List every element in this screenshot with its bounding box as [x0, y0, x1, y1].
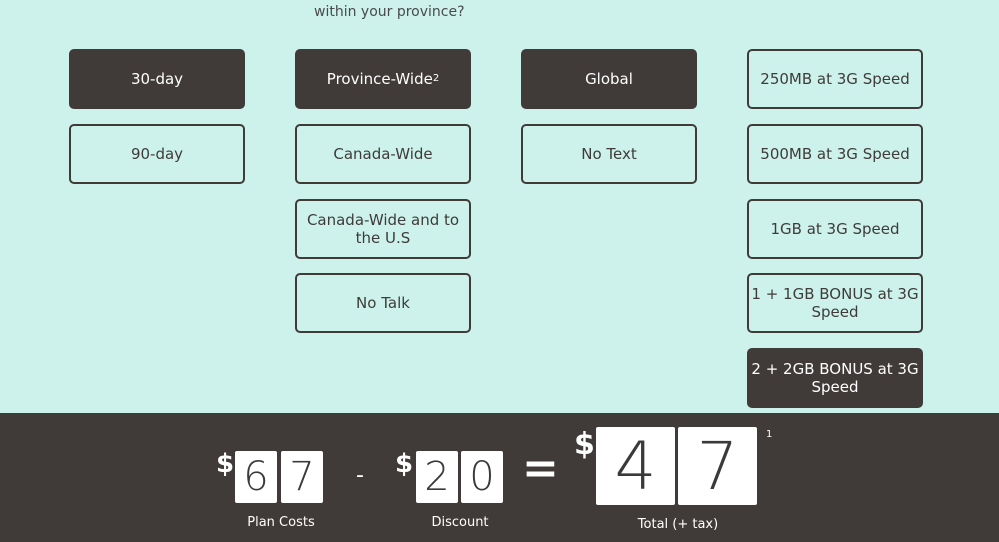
option-button[interactable]: Province-Wide 2 — [295, 49, 471, 109]
currency-symbol: $ — [216, 449, 235, 479]
option-label: Global — [585, 70, 633, 88]
total-digit: 7 — [678, 427, 757, 505]
question-text: within your province? — [314, 4, 465, 20]
discount-digit: 0 — [461, 451, 503, 503]
option-button[interactable]: No Text — [521, 124, 697, 184]
plan-costs-label: Plan Costs — [247, 515, 315, 530]
footnote-marker: 1 — [766, 429, 773, 440]
option-label: 250MB at 3G Speed — [760, 70, 910, 88]
price-summary-bar: $ 6 7 Plan Costs - $ 2 0 Discount = $ 4 … — [0, 413, 999, 542]
option-button[interactable]: Canada-Wide and to the U.S — [295, 199, 471, 259]
option-label: 1GB at 3G Speed — [770, 220, 900, 238]
option-button[interactable]: 500MB at 3G Speed — [747, 124, 923, 184]
total-label: Total (+ tax) — [637, 517, 719, 532]
minus-sign: - — [356, 463, 364, 488]
footnote-marker: 2 — [432, 73, 440, 84]
option-button[interactable]: No Talk — [295, 273, 471, 333]
option-label: Canada-Wide — [333, 145, 433, 163]
currency-symbol: $ — [574, 427, 595, 462]
option-button[interactable]: Global — [521, 49, 697, 109]
option-button[interactable]: Canada-Wide — [295, 124, 471, 184]
plan-cost-digit: 7 — [281, 451, 323, 503]
option-label: 2 + 2GB BONUS at 3G Speed — [751, 360, 919, 396]
option-label: 1 + 1GB BONUS at 3G Speed — [751, 285, 919, 321]
currency-symbol: $ — [395, 449, 414, 479]
plan-cost-digit: 6 — [235, 451, 277, 503]
option-label: Province-Wide — [326, 70, 433, 88]
discount-digit: 2 — [416, 451, 458, 503]
option-button[interactable]: 1 + 1GB BONUS at 3G Speed — [747, 273, 923, 333]
option-label: No Talk — [356, 294, 410, 312]
option-button[interactable]: 2 + 2GB BONUS at 3G Speed — [747, 348, 923, 408]
option-label: Canada-Wide and to the U.S — [306, 211, 460, 247]
option-label: No Text — [581, 145, 637, 163]
discount-label: Discount — [431, 515, 489, 530]
option-label: 30-day — [130, 70, 184, 88]
option-label: 500MB at 3G Speed — [760, 145, 910, 163]
total-digit: 4 — [596, 427, 675, 505]
option-button[interactable]: 30-day — [69, 49, 245, 109]
option-label: 90-day — [130, 145, 184, 163]
option-button[interactable]: 250MB at 3G Speed — [747, 49, 923, 109]
option-button[interactable]: 1GB at 3G Speed — [747, 199, 923, 259]
equals-sign: = — [522, 443, 559, 494]
option-button[interactable]: 90-day — [69, 124, 245, 184]
